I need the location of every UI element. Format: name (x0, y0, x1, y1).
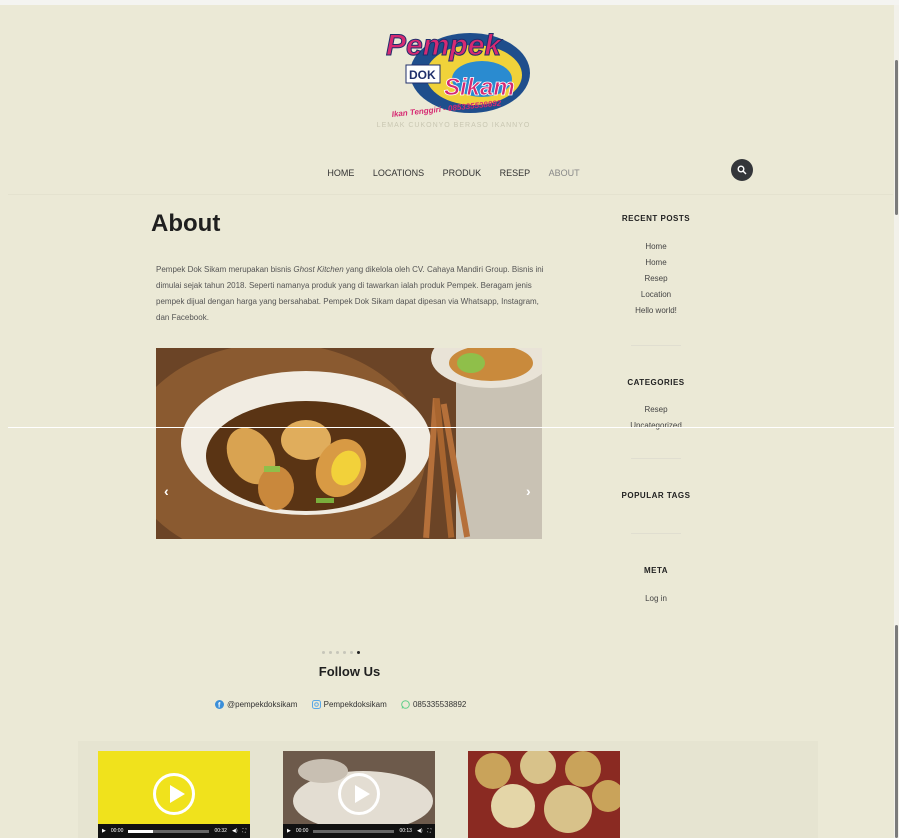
screenshot-seam-line (8, 427, 899, 428)
main-navigation: HOME LOCATIONS PRODUK RESEP ABOUT (8, 163, 899, 181)
intro-emphasis: Ghost Kitchen (293, 265, 344, 274)
recent-post-link[interactable]: Location (606, 290, 706, 299)
pempek-display-image (468, 751, 620, 838)
slider-dot[interactable] (350, 651, 353, 654)
whatsapp-icon (401, 700, 410, 710)
search-icon (737, 165, 747, 175)
volume-icon[interactable]: ◀) (417, 828, 423, 834)
site-logo[interactable]: Pempek DOK Sikam Ikan Tenggiri - 0853355… (382, 17, 534, 125)
scrollbar-thumb[interactable] (895, 625, 898, 838)
slider-next-arrow[interactable]: › (526, 483, 531, 499)
pempek-baskets-image (468, 751, 620, 838)
category-link[interactable]: Resep (606, 405, 706, 414)
intro-text-1: Pempek Dok Sikam merupakan bisnis (156, 265, 294, 274)
whatsapp-label: 085335538892 (412, 700, 467, 709)
login-link[interactable]: Log in (606, 594, 706, 603)
site-tagline: LEMAK CUKONYO BERASO IKANNYO (376, 122, 531, 129)
recent-post-link[interactable]: Hello world! (606, 306, 706, 315)
svg-text:Pempek: Pempek (386, 29, 502, 62)
scrollbar-thumb[interactable] (895, 60, 898, 215)
slider-dot[interactable] (336, 651, 339, 654)
meta-title: META (643, 566, 669, 575)
duration: 00:13 (399, 828, 412, 834)
slider-dot-active[interactable] (357, 651, 360, 654)
current-time: 00:00 (110, 828, 124, 834)
pempek-dish-image (156, 348, 542, 539)
video-controls: ▶ 00:00 00:32 ◀) ⛶ (98, 824, 250, 838)
play-button[interactable] (338, 773, 380, 815)
search-button[interactable] (731, 159, 753, 181)
svg-text:DOK: DOK (409, 68, 436, 82)
social-instagram[interactable]: Pempekdoksikam (311, 700, 389, 710)
recent-post-link[interactable]: Home (606, 258, 706, 267)
social-facebook[interactable]: f @pempekdoksikam (215, 700, 300, 710)
recent-post-link[interactable]: Resep (606, 274, 706, 283)
play-icon[interactable]: ▶ (102, 828, 106, 834)
facebook-icon: f (215, 700, 224, 710)
facebook-label: @pempekdoksikam (227, 700, 298, 709)
progress-bar[interactable] (313, 829, 395, 833)
recent-post-link[interactable]: Home (606, 242, 706, 251)
play-icon[interactable]: ▶ (287, 828, 291, 834)
nav-home[interactable]: HOME (327, 168, 354, 178)
video-player-2[interactable]: ▶ 00:00 00:13 ◀) ⛶ (283, 751, 435, 838)
follow-us-heading: Follow Us (318, 664, 381, 679)
nav-resep[interactable]: RESEP (500, 168, 531, 178)
play-button[interactable] (153, 773, 195, 815)
about-paragraph: Pempek Dok Sikam merupakan bisnis Ghost … (156, 262, 544, 326)
slider-prev-arrow[interactable]: ‹ (164, 483, 169, 499)
widget-separator (631, 458, 681, 459)
volume-icon[interactable]: ◀) (232, 828, 238, 834)
slider-dot[interactable] (329, 651, 332, 654)
nav-locations[interactable]: LOCATIONS (373, 168, 424, 178)
slider-dots (322, 641, 364, 659)
instagram-icon (311, 700, 321, 710)
progress-bar[interactable] (128, 829, 210, 833)
social-whatsapp[interactable]: 085335538892 (401, 700, 467, 710)
widget-separator (631, 345, 681, 346)
instagram-label: Pempekdoksikam (323, 700, 387, 709)
image-slider[interactable] (156, 348, 542, 539)
duration: 00:32 (214, 828, 227, 834)
page-title: About (151, 210, 221, 237)
slider-dot[interactable] (322, 651, 325, 654)
nav-about[interactable]: ABOUT (549, 168, 580, 178)
fullscreen-icon[interactable]: ⛶ (427, 828, 431, 834)
nav-produk[interactable]: PRODUK (443, 168, 482, 178)
slider-dot[interactable] (343, 651, 346, 654)
svg-text:Sikam: Sikam (444, 74, 515, 101)
popular-tags-title: POPULAR TAGS (621, 491, 691, 500)
categories-title: CATEGORIES (627, 378, 685, 387)
category-link[interactable]: Uncategorized (606, 421, 706, 430)
fullscreen-icon[interactable]: ⛶ (242, 828, 246, 834)
video-player-1[interactable]: ▶ 00:00 00:32 ◀) ⛶ (98, 751, 250, 838)
current-time: 00:00 (295, 828, 309, 834)
social-links: f @pempekdoksikam Pempekdoksikam 0853355… (215, 700, 478, 710)
header-divider (8, 194, 893, 195)
recent-posts-title: RECENT POSTS (621, 214, 691, 223)
widget-separator (631, 533, 681, 534)
video-controls: ▶ 00:00 00:13 ◀) ⛶ (283, 824, 435, 838)
site-header: Pempek DOK Sikam Ikan Tenggiri - 0853355… (8, 5, 899, 195)
